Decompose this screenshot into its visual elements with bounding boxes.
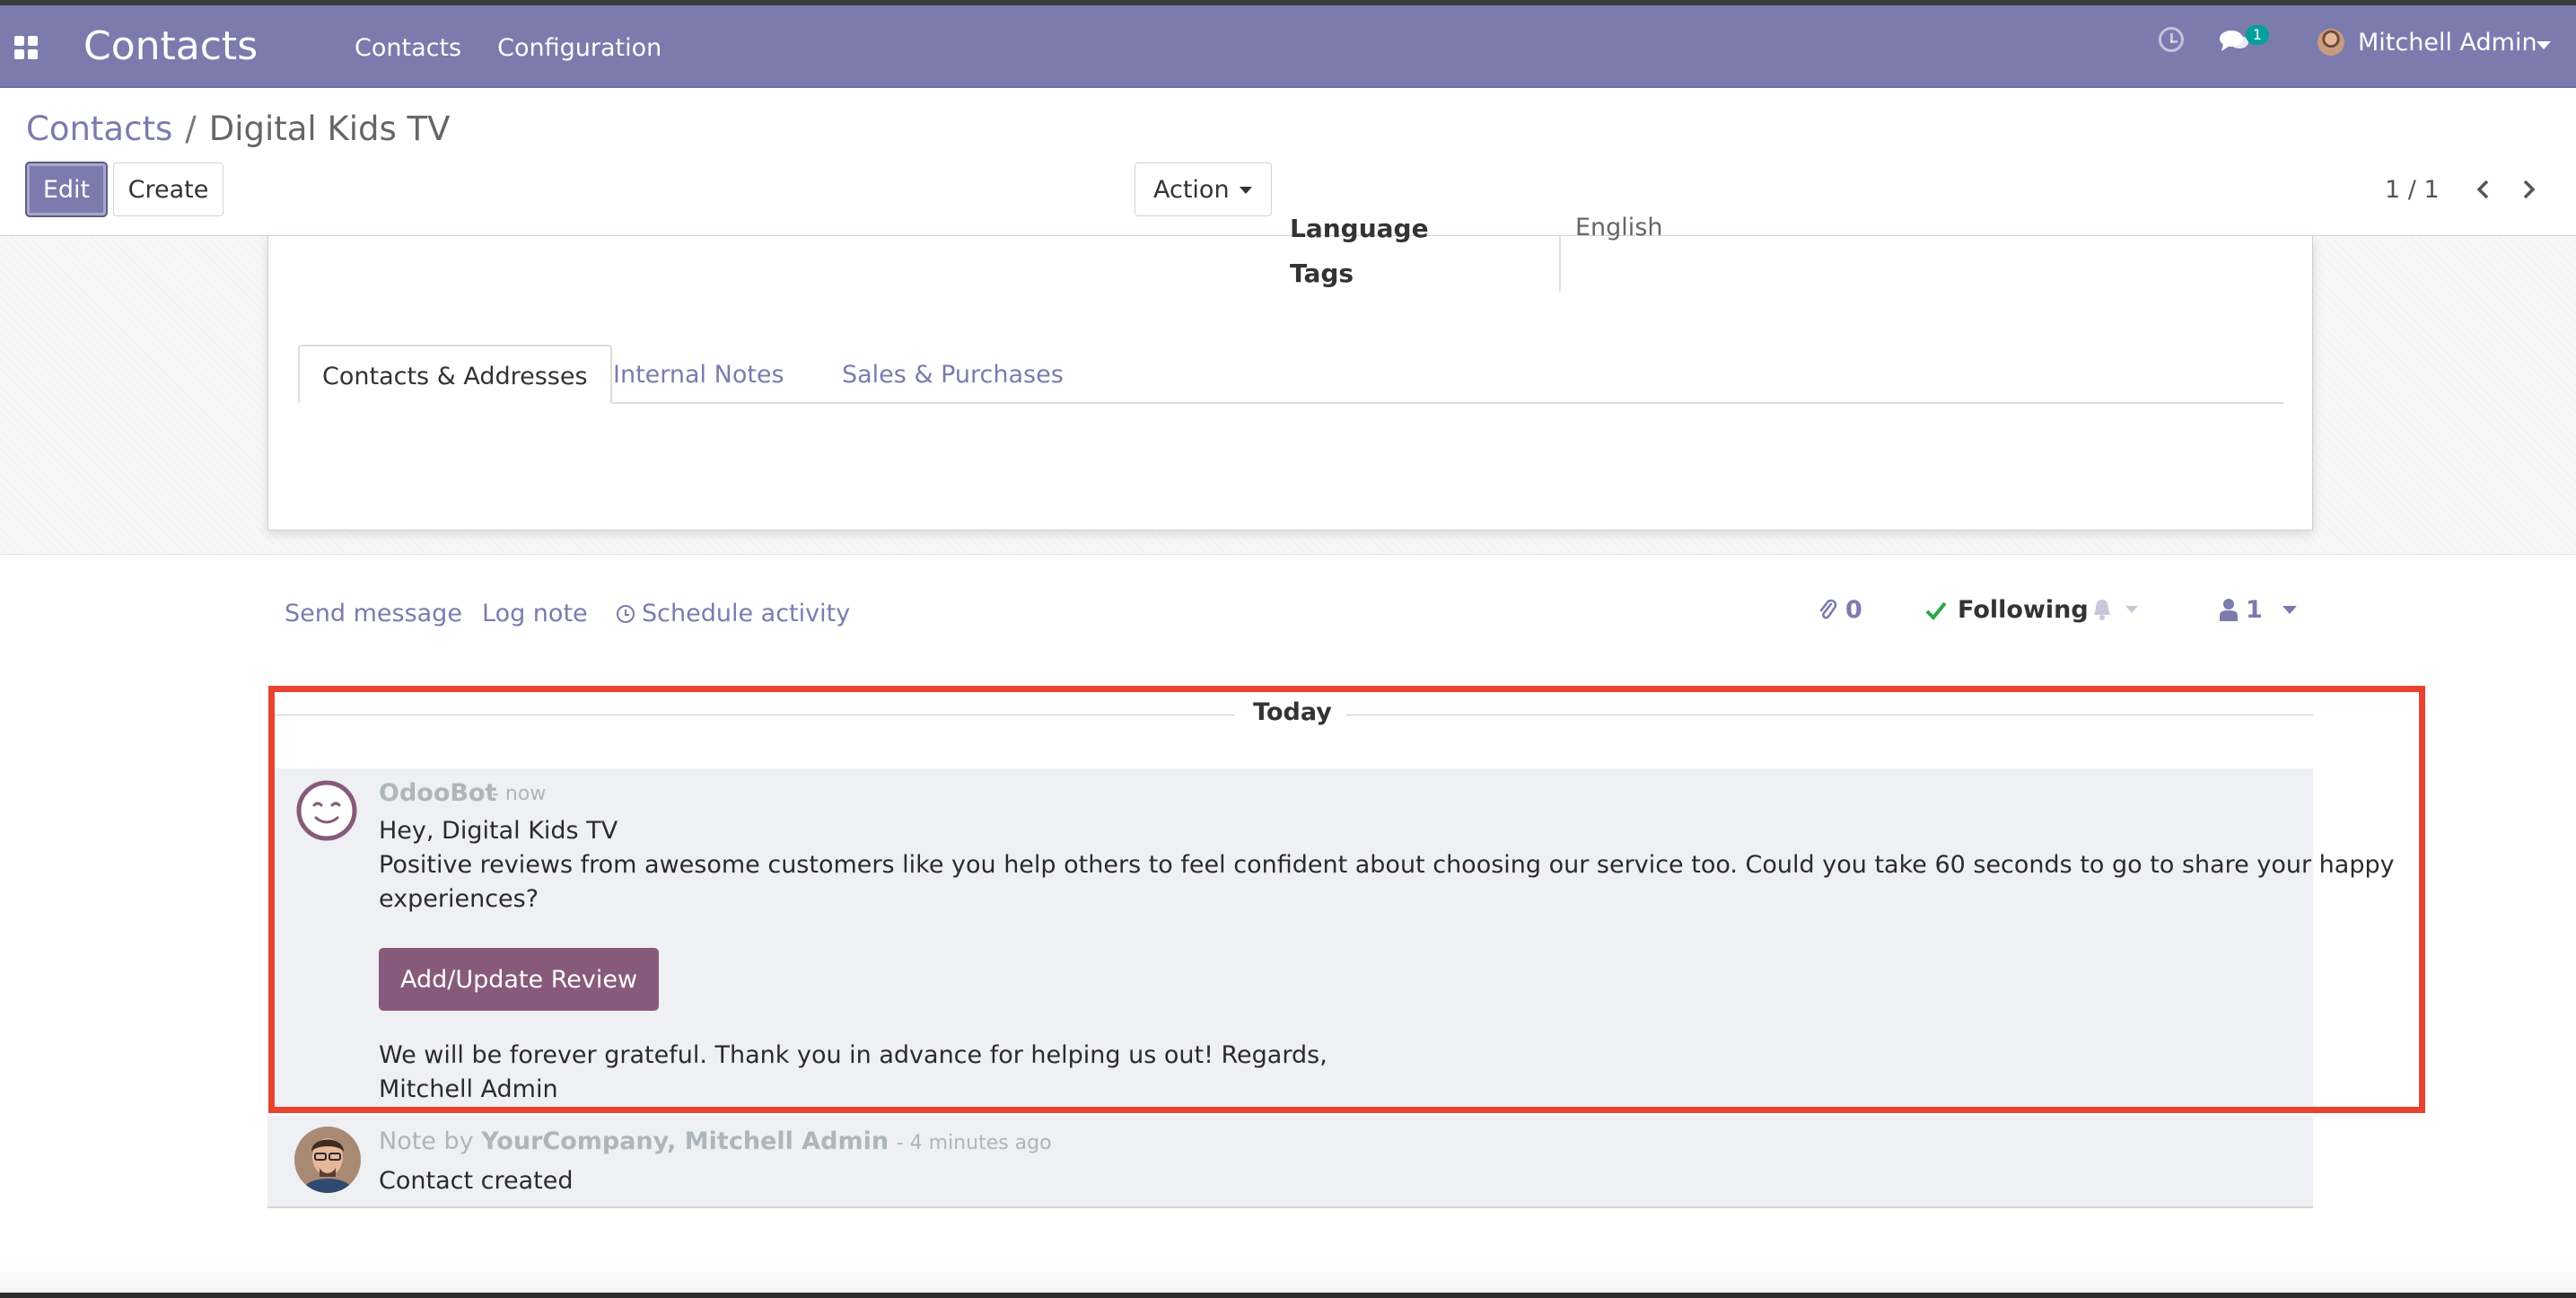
notebook-tabs: Contacts & Addresses Internal Notes Sale… (298, 345, 2283, 404)
window-bottom-edge (0, 1293, 2576, 1298)
message-body-line-2: experiences? (379, 885, 539, 913)
user-menu-name[interactable]: Mitchell Admin (2358, 29, 2537, 57)
note-header: Note by YourCompany, Mitchell Admin - 4 … (379, 1127, 1052, 1155)
breadcrumb: Contacts / Digital Kids TV (26, 110, 450, 148)
follower-icon[interactable] (2219, 598, 2239, 621)
edit-button[interactable]: Edit (25, 162, 108, 217)
user-menu-caret-icon[interactable] (2537, 41, 2551, 49)
user-avatar-small[interactable] (2318, 29, 2344, 56)
language-label: Language (1290, 214, 1429, 243)
check-icon (1925, 601, 1947, 620)
language-value[interactable]: English (1575, 214, 1663, 244)
log-note-button[interactable]: Log note (482, 600, 588, 627)
breadcrumb-current: Digital Kids TV (208, 110, 451, 148)
add-update-review-button[interactable]: Add/Update Review (379, 948, 659, 1011)
pager-previous-icon[interactable] (2470, 176, 2497, 203)
odoobot-avatar-icon (296, 780, 357, 841)
tab-internal-notes[interactable]: Internal Notes (591, 345, 807, 404)
tags-label: Tags (1290, 259, 1354, 288)
top-navbar: Contacts Contacts Configuration (0, 5, 2576, 88)
tab-contacts-addresses[interactable]: Contacts & Addresses (298, 345, 612, 404)
note-author[interactable]: YourCompany, Mitchell Admin (481, 1127, 889, 1155)
action-caret-icon (1240, 187, 1252, 194)
notification-caret-icon[interactable] (2125, 606, 2138, 613)
control-panel: Contacts / Digital Kids TV Edit Create A… (0, 88, 2576, 236)
nav-item-contacts[interactable]: Contacts (355, 34, 461, 62)
action-dropdown-button[interactable]: Action (1135, 162, 1272, 216)
date-separator-label: Today (1253, 698, 1332, 726)
breadcrumb-separator: / (185, 110, 197, 148)
tab-sales-purchases[interactable]: Sales & Purchases (819, 345, 1086, 404)
paperclip-icon[interactable] (1818, 597, 1837, 622)
clock-icon (617, 605, 635, 623)
chat-badge: 1 (2246, 25, 2269, 45)
message-date: - now (492, 783, 547, 805)
followers-caret-icon[interactable] (2282, 606, 2297, 614)
follower-count[interactable]: 1 (2246, 596, 2263, 624)
date-separator: Today (274, 697, 2313, 732)
following-button[interactable]: Following (1958, 596, 2089, 624)
message-closing-line-2: Mitchell Admin (379, 1075, 558, 1103)
activity-clock-icon[interactable] (2159, 27, 2184, 52)
pager-value[interactable]: 1 / 1 (2385, 176, 2440, 204)
bell-icon[interactable] (2091, 598, 2113, 621)
field-divider (1559, 236, 1561, 292)
mitchell-admin-avatar[interactable] (294, 1127, 361, 1193)
message-closing-line-1: We will be forever grateful. Thank you i… (379, 1041, 1327, 1069)
nav-menu: Contacts Configuration (355, 34, 662, 62)
message-greeting: Hey, Digital Kids TV (379, 817, 618, 845)
app-brand[interactable]: Contacts (83, 23, 258, 69)
action-label: Action (1153, 175, 1230, 204)
send-message-button[interactable]: Send message (285, 600, 462, 627)
apps-grid-icon[interactable] (14, 36, 38, 59)
attachment-count[interactable]: 0 (1845, 596, 1862, 624)
note-prefix: Note by (379, 1127, 474, 1155)
create-button[interactable]: Create (113, 162, 223, 216)
message-body-line-1: Positive reviews from awesome customers … (379, 851, 2395, 879)
note-body: Contact created (379, 1167, 574, 1195)
schedule-activity-label: Schedule activity (642, 600, 851, 627)
message-author-odoobot[interactable]: OdooBot (379, 779, 496, 807)
note-date: - 4 minutes ago (896, 1132, 1052, 1154)
nav-item-configuration[interactable]: Configuration (497, 34, 662, 62)
chat-icon[interactable] (2219, 29, 2249, 54)
pager-next-icon[interactable] (2515, 176, 2542, 203)
breadcrumb-contacts-link[interactable]: Contacts (26, 110, 172, 148)
schedule-activity-button[interactable]: Schedule activity (617, 600, 850, 627)
